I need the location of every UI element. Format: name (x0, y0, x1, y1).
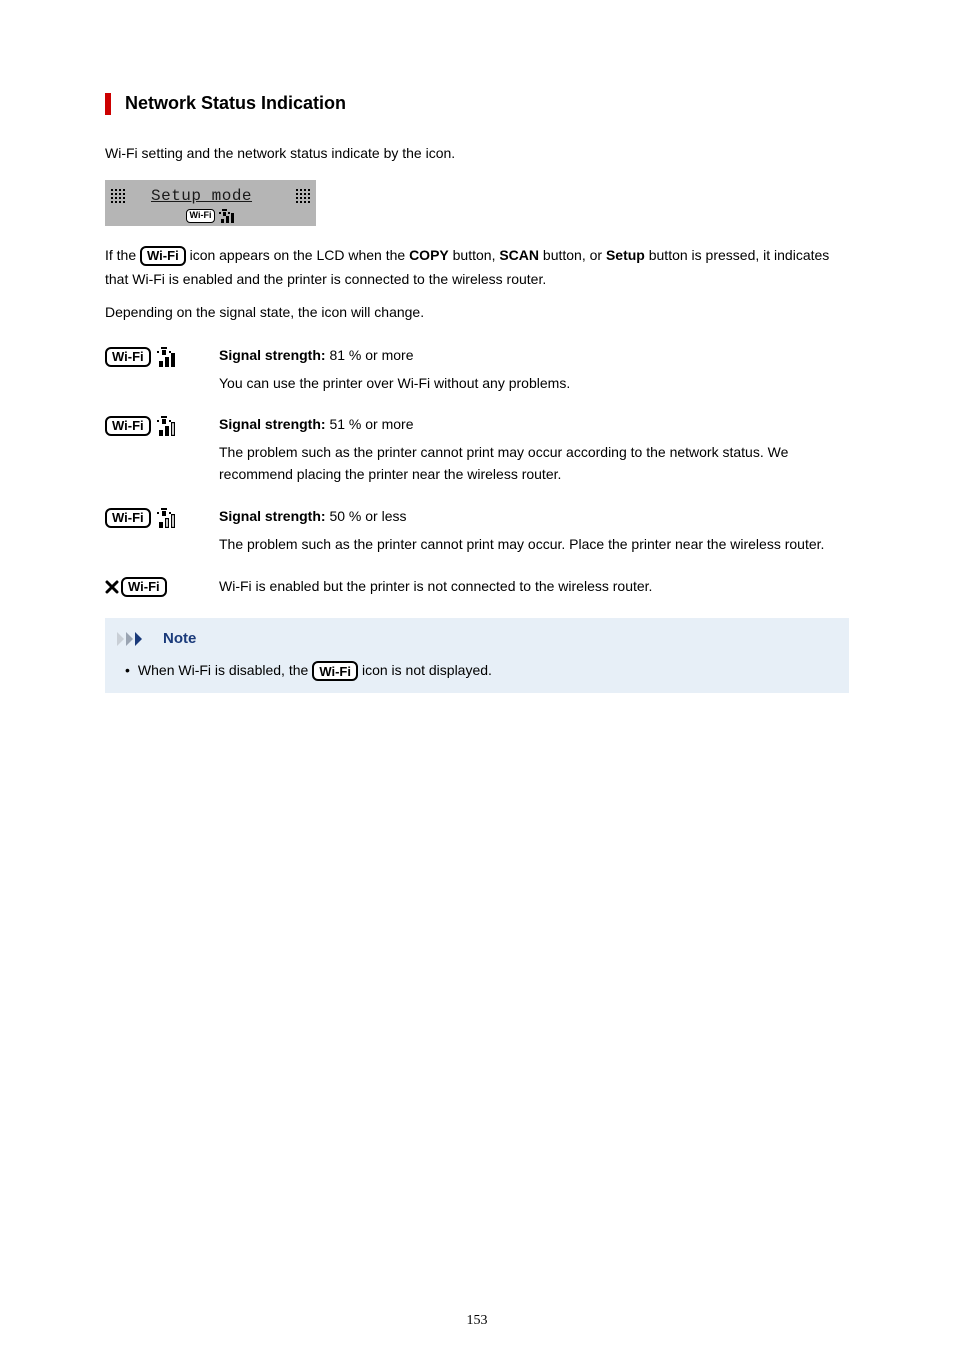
signal-strength-label: Signal strength: (219, 347, 326, 363)
signal-row-81: Wi-Fi Signal strength: 81 % or more You … (105, 345, 849, 394)
section-heading: Network Status Indication (105, 90, 849, 117)
lcd-title: Setup mode (151, 184, 252, 208)
wifi-badge-icon: Wi-Fi (186, 209, 216, 223)
wifi-badge-icon: Wi-Fi (121, 577, 167, 597)
wifi-badge-icon: Wi-Fi (105, 416, 151, 436)
signal-bars-medium-icon (157, 416, 177, 436)
signal-row-disconnected: Wi-Fi Wi-Fi is enabled but the printer i… (105, 575, 849, 597)
wifi-badge-icon: Wi-Fi (140, 246, 186, 266)
signal-strength-label: Signal strength: (219, 416, 326, 432)
x-icon (105, 580, 119, 594)
signal-title: Signal strength: 50 % or less (219, 506, 849, 527)
note-title: Note (163, 628, 196, 651)
chevrons-icon (117, 632, 155, 646)
signal-row-51: Wi-Fi Signal strength: 51 % or more The … (105, 414, 849, 486)
page-number: 153 (0, 1310, 954, 1331)
section-title: Network Status Indication (125, 90, 346, 117)
note-header: Note (117, 628, 837, 651)
wifi-badge-icon: Wi-Fi (312, 661, 358, 681)
signal-icon-81: Wi-Fi (105, 345, 203, 394)
signal-title: Signal strength: 51 % or more (219, 414, 849, 435)
depending-text: Depending on the signal state, the icon … (105, 302, 849, 323)
lcd-line-1: Setup mode (105, 184, 316, 208)
signal-strength-value: 81 % or more (326, 347, 414, 363)
setup-button-label: Setup (606, 247, 645, 263)
signal-bars-icon (219, 209, 235, 223)
text-fragment: icon is not displayed. (362, 660, 492, 681)
text-fragment: button, (453, 247, 500, 263)
signal-strength-value: 50 % or less (326, 508, 407, 524)
signal-strength-value: 51 % or more (326, 416, 414, 432)
red-accent-bar (105, 93, 111, 115)
signal-desc: You can use the printer over Wi-Fi witho… (219, 372, 849, 394)
signal-row-50: Wi-Fi Signal strength: 50 % or less The … (105, 506, 849, 555)
signal-icon-50: Wi-Fi (105, 506, 203, 555)
intro-text: Wi-Fi setting and the network status ind… (105, 143, 849, 164)
signal-strength-label: Signal strength: (219, 508, 326, 524)
lcd-mock: Setup mode Wi-Fi (105, 180, 316, 226)
copy-button-label: COPY (409, 247, 449, 263)
signal-desc: The problem such as the printer cannot p… (219, 533, 849, 555)
text-fragment: When Wi-Fi is disabled, the (138, 660, 308, 681)
dot-grid-icon (290, 189, 316, 203)
signal-icon-disconnected: Wi-Fi (105, 575, 203, 597)
signal-bars-weak-icon (157, 508, 177, 528)
wifi-badge-icon: Wi-Fi (105, 508, 151, 528)
scan-button-label: SCAN (499, 247, 539, 263)
signal-desc: The problem such as the printer cannot p… (219, 441, 849, 486)
text-fragment: If the (105, 247, 140, 263)
note-box: Note • When Wi-Fi is disabled, the Wi-Fi… (105, 618, 849, 694)
dot-grid-icon (105, 189, 131, 203)
text-fragment: button, or (543, 247, 606, 263)
note-item: • When Wi-Fi is disabled, the Wi-Fi icon… (117, 660, 837, 681)
wifi-badge-icon: Wi-Fi (105, 347, 151, 367)
bullet-icon: • (125, 660, 130, 681)
text-fragment: icon appears on the LCD when the (190, 247, 409, 263)
signal-icon-51: Wi-Fi (105, 414, 203, 486)
signal-desc: Wi-Fi is enabled but the printer is not … (219, 575, 849, 597)
signal-bars-strong-icon (157, 347, 177, 367)
lcd-line-2: Wi-Fi (105, 209, 316, 223)
signal-title: Signal strength: 81 % or more (219, 345, 849, 366)
if-the-paragraph: If the Wi-Fi icon appears on the LCD whe… (105, 244, 849, 292)
